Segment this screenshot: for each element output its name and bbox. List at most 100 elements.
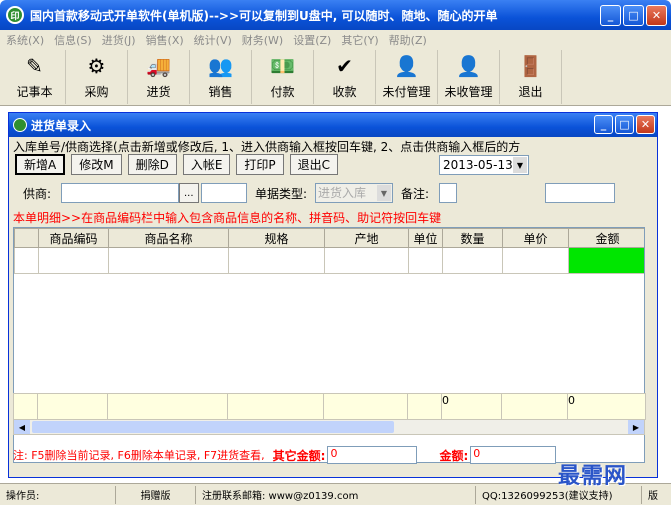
row-selector[interactable]	[14, 247, 39, 274]
column-header[interactable]: 商品名称	[108, 228, 229, 248]
toolbar-button[interactable]: ✎ 记事本	[4, 50, 66, 104]
menu-item[interactable]: 系统(X)	[6, 32, 44, 48]
amount-input[interactable]: 0	[470, 446, 557, 464]
cell-amount[interactable]	[568, 247, 644, 274]
horizontal-scrollbar[interactable]: ◀ ▶	[13, 419, 645, 435]
footnote-bar: 注: F5删除当前记录, F6删除本单记录, F7进货查看, 其它金额: 0 金…	[13, 443, 653, 467]
maximize-button[interactable]: □	[623, 5, 644, 26]
scroll-right-icon[interactable]: ▶	[628, 420, 644, 434]
doctype-value: 进货入库	[318, 186, 367, 200]
amount-label: 金额:	[439, 448, 469, 463]
watermark-logo: 最需网	[558, 464, 628, 489]
toolbar: ✎ 记事本 ⚙ 采购 🚚 进货 👥 销售 💵 付款 ✔ 收款 👤 未付管理 👤 未收管理 🚪 退出	[0, 50, 671, 106]
toolbar-button[interactable]: ⚙ 采购	[66, 50, 128, 104]
sum-qty: 0	[441, 393, 502, 420]
cell-qty[interactable]	[442, 247, 503, 274]
menu-item[interactable]: 进货(J)	[102, 32, 136, 48]
cell-code[interactable]	[38, 247, 109, 274]
action-button[interactable]: 删除D	[127, 154, 177, 175]
date-value: 2013-05-13	[443, 158, 513, 172]
exit-icon: 🚪	[518, 54, 543, 78]
app-titlebar: 印 国内首款移动式开单软件(单机版)-->>可以复制到U盘中, 可以随时、随地、…	[0, 0, 671, 30]
doctype-select[interactable]: 进货入库 ▼	[315, 183, 393, 203]
menu-item[interactable]: 帮助(Z)	[389, 32, 427, 48]
entry-hint: 入库单号/供商选择(点击新增或修改后, 1、进入供商输入框按回车键, 2、点击供…	[13, 140, 521, 154]
status-email: 注册联系邮箱: www@z0139.com	[196, 485, 476, 504]
toolbar-button[interactable]: 🚪 退出	[500, 50, 562, 104]
status-version: 版	[648, 491, 658, 502]
sub-close-button[interactable]: ✕	[636, 115, 655, 134]
note-input[interactable]	[439, 183, 457, 203]
action-button[interactable]: 修改M	[71, 154, 122, 175]
sum-amount: 0	[567, 393, 646, 420]
menu-item[interactable]: 统计(V)	[194, 32, 232, 48]
summary-row: 0 0	[13, 393, 646, 420]
toolbar-button[interactable]: 👤 未付管理	[376, 50, 438, 104]
sub-maximize-button[interactable]: □	[615, 115, 634, 134]
toolbar-button[interactable]: 👤 未收管理	[438, 50, 500, 104]
close-button[interactable]: ✕	[646, 5, 667, 26]
toolbar-button-label: 退出	[518, 85, 543, 99]
cell-unit[interactable]	[408, 247, 443, 274]
action-button[interactable]: 打印P	[236, 154, 284, 175]
action-button[interactable]: 新增A	[15, 154, 66, 175]
menu-item[interactable]: 销售(X)	[146, 32, 184, 48]
cell-spec[interactable]	[228, 247, 325, 274]
extra-input[interactable]	[545, 183, 615, 203]
column-header[interactable]: 商品编码	[38, 228, 109, 248]
supplier-label: 供商:	[23, 187, 52, 201]
menu-item[interactable]: 其它(Y)	[341, 32, 378, 48]
note-label: 备注:	[401, 187, 430, 201]
unpaid-icon: 👤	[394, 54, 419, 78]
toolbar-button-label: 付款	[270, 85, 295, 99]
notebook-icon: ✎	[26, 54, 43, 78]
menu-item[interactable]: 设置(Z)	[293, 32, 331, 48]
toolbar-button-label: 销售	[208, 85, 233, 99]
toolbar-button[interactable]: ✔ 收款	[314, 50, 376, 104]
toolbar-button-label: 收款	[332, 85, 357, 99]
status-edition: 捐赠版	[116, 485, 196, 504]
cell-name[interactable]	[108, 247, 229, 274]
cell-origin[interactable]	[324, 247, 409, 274]
supplier-browse-button[interactable]: ...	[179, 183, 199, 203]
toolbar-button[interactable]: 👥 销售	[190, 50, 252, 104]
shortcut-hint: 注: F5删除当前记录, F6删除本单记录, F7进货查看,	[13, 449, 265, 462]
chevron-down-icon[interactable]: ▼	[377, 185, 391, 201]
other-amount-input[interactable]: 0	[327, 446, 418, 464]
date-picker[interactable]: 2013-05-13 ▼	[439, 155, 529, 175]
action-button[interactable]: 退出C	[289, 154, 339, 175]
column-header[interactable]: 单价	[502, 228, 569, 248]
payment-icon: 💵	[270, 54, 295, 78]
header-fields: 供商: ... 单据类型: 进货入库 ▼ 备注:	[15, 183, 655, 205]
toolbar-button-label: 记事本	[16, 85, 53, 99]
toolbar-button[interactable]: 💵 付款	[252, 50, 314, 104]
subwindow-title: 进货单录入	[31, 118, 92, 133]
doctype-label: 单据类型:	[255, 187, 308, 201]
scroll-left-icon[interactable]: ◀	[14, 420, 30, 434]
scroll-thumb[interactable]	[32, 421, 394, 433]
column-header[interactable]: 规格	[228, 228, 325, 248]
action-button[interactable]: 入帐E	[182, 154, 231, 175]
supplier-input[interactable]	[61, 183, 179, 203]
menu-item[interactable]: 财务(W)	[242, 32, 283, 48]
subwindow-titlebar: 进货单录入 _ □ ✕	[9, 113, 657, 137]
sub-minimize-button[interactable]: _	[594, 115, 613, 134]
column-header[interactable]: 产地	[324, 228, 409, 248]
toolbar-button[interactable]: 🚚 进货	[128, 50, 190, 104]
toolbar-button-label: 未收管理	[444, 85, 493, 99]
supplier-code-input[interactable]	[201, 183, 247, 203]
checkmark-icon: ✔	[336, 54, 353, 78]
column-header[interactable]: 数量	[442, 228, 503, 248]
menu-bar: 系统(X) 信息(S) 进货(J) 销售(X) 统计(V) 财务(W) 设置(Z) 其它(Y)…	[0, 30, 671, 50]
column-header[interactable]: 单位	[408, 228, 443, 248]
menu-item[interactable]: 信息(S)	[54, 32, 92, 48]
chevron-down-icon[interactable]: ▼	[513, 157, 527, 173]
row-selector-header	[14, 228, 39, 248]
table-row[interactable]	[14, 247, 644, 274]
status-operator: 操作员:	[0, 485, 116, 504]
detail-hint: 本单明细>>在商品编码栏中输入包含商品信息的名称、拼音码、助记符按回车键	[13, 211, 442, 225]
toolbar-button-label: 进货	[146, 85, 171, 99]
column-header[interactable]: 金额	[568, 228, 644, 248]
cell-price[interactable]	[502, 247, 569, 274]
minimize-button[interactable]: _	[600, 5, 621, 26]
